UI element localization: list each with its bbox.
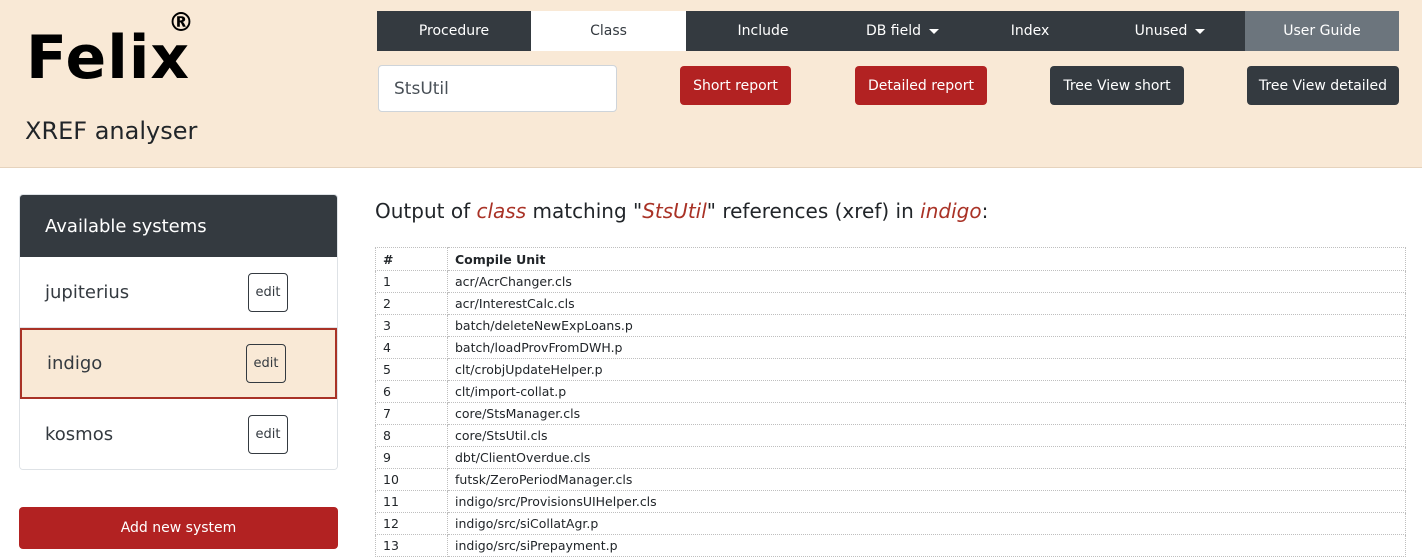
table-row: 2 acr/InterestCalc.cls [375,292,1406,315]
output-term: StsUtil [642,199,707,223]
compile-unit-cell: core/StsManager.cls [447,402,1406,425]
table-row: 7 core/StsManager.cls [375,402,1406,425]
table-row: 13 indigo/src/siPrepayment.p [375,534,1406,557]
compile-unit-cell: clt/import-collat.p [447,380,1406,403]
system-item-jupiterius[interactable]: jupiterius edit [20,257,337,328]
tree-view-short-button[interactable]: Tree View short [1050,66,1184,105]
compile-unit-cell: dbt/ClientOverdue.cls [447,446,1406,469]
output-type: class [476,199,527,223]
tab-include[interactable]: Include [686,11,840,51]
table-header-row: # Compile Unit [375,247,1406,271]
row-number: 10 [375,468,448,491]
row-number: 4 [375,336,448,359]
tab-db-field[interactable]: DB field [840,11,965,51]
edit-button[interactable]: edit [246,344,286,383]
compile-unit-cell: batch/deleteNewExpLoans.p [447,314,1406,337]
chevron-down-icon [1195,28,1206,34]
table-row: 8 core/StsUtil.cls [375,424,1406,447]
system-name: indigo [47,353,103,374]
app-logo: Felix ® [26,8,194,94]
column-header-compile-unit: Compile Unit [447,247,1406,271]
output-system: indigo [920,199,982,223]
system-item-indigo[interactable]: indigo edit [20,328,337,399]
system-item-kosmos[interactable]: kosmos edit [20,399,337,469]
output-title: Output of class matching "StsUtil" refer… [375,199,989,223]
row-number: 8 [375,424,448,447]
table-row: 3 batch/deleteNewExpLoans.p [375,314,1406,337]
row-number: 5 [375,358,448,381]
row-number: 11 [375,490,448,513]
tree-view-detailed-button[interactable]: Tree View detailed [1247,66,1399,105]
table-row: 4 batch/loadProvFromDWH.p [375,336,1406,359]
search-input[interactable] [378,65,617,112]
compile-unit-cell: batch/loadProvFromDWH.p [447,336,1406,359]
systems-panel-title: Available systems [20,195,337,257]
edit-button[interactable]: edit [248,415,288,454]
main-nav: Procedure Class Include DB field Index U… [377,11,1399,51]
tab-class[interactable]: Class [531,11,686,51]
table-row: 5 clt/crobjUpdateHelper.p [375,358,1406,381]
compile-unit-cell: acr/InterestCalc.cls [447,292,1406,315]
app-name: Felix [26,23,191,93]
compile-unit-cell: clt/crobjUpdateHelper.p [447,358,1406,381]
tab-unused[interactable]: Unused [1095,11,1245,51]
results-table: # Compile Unit 1 acr/AcrChanger.cls 2 acr/I… [375,247,1406,557]
registered-mark: ® [168,8,195,38]
table-row: 1 acr/AcrChanger.cls [375,270,1406,293]
table-row: 10 futsk/ZeroPeriodManager.cls [375,468,1406,491]
compile-unit-cell: indigo/src/siPrepayment.p [447,534,1406,557]
row-number: 2 [375,292,448,315]
table-row: 9 dbt/ClientOverdue.cls [375,446,1406,469]
row-number: 6 [375,380,448,403]
app-subtitle: XREF analyser [25,117,198,145]
tab-user-guide[interactable]: User Guide [1245,11,1399,51]
row-number: 7 [375,402,448,425]
compile-unit-cell: futsk/ZeroPeriodManager.cls [447,468,1406,491]
short-report-button[interactable]: Short report [680,66,791,105]
compile-unit-cell: acr/AcrChanger.cls [447,270,1406,293]
row-number: 13 [375,534,448,557]
row-number: 12 [375,512,448,535]
compile-unit-cell: indigo/src/siCollatAgr.p [447,512,1406,535]
table-row: 12 indigo/src/siCollatAgr.p [375,512,1406,535]
add-system-button[interactable]: Add new system [19,507,338,549]
detailed-report-button[interactable]: Detailed report [855,66,987,105]
table-row: 6 clt/import-collat.p [375,380,1406,403]
compile-unit-cell: core/StsUtil.cls [447,424,1406,447]
tab-index[interactable]: Index [965,11,1095,51]
system-name: jupiterius [45,281,130,303]
table-row: 11 indigo/src/ProvisionsUIHelper.cls [375,490,1406,513]
edit-button[interactable]: edit [248,273,288,312]
row-number: 3 [375,314,448,337]
row-number: 1 [375,270,448,293]
system-name: kosmos [45,424,114,445]
compile-unit-cell: indigo/src/ProvisionsUIHelper.cls [447,490,1406,513]
row-number: 9 [375,446,448,469]
tab-procedure[interactable]: Procedure [377,11,531,51]
chevron-down-icon [929,28,940,34]
column-header-number: # [375,247,448,271]
systems-panel: Available systems jupiterius edit indigo… [19,194,338,470]
